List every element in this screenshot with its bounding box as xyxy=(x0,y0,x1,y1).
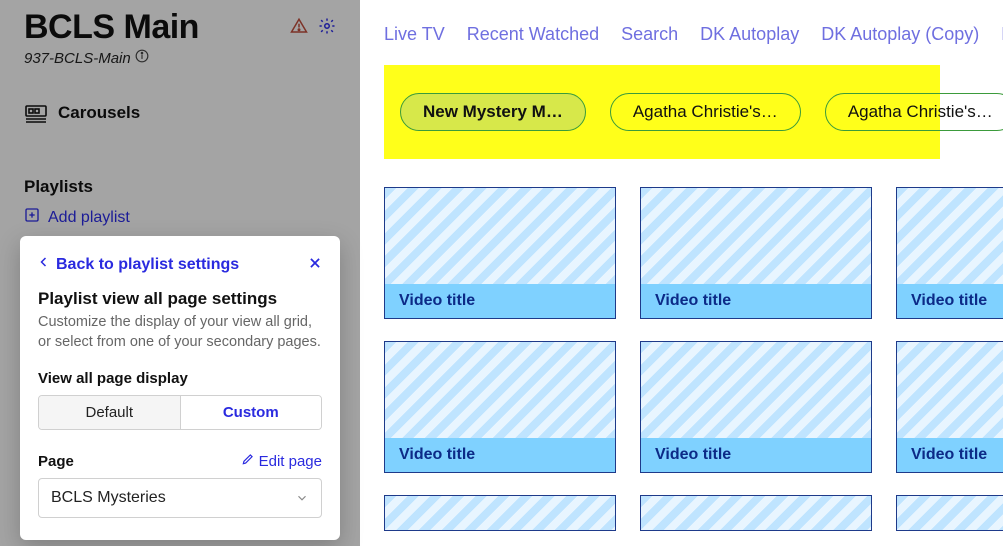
pill-new-mystery[interactable]: New Mystery M… xyxy=(400,93,586,131)
video-grid: Video title Video title Video title Vide… xyxy=(384,187,1003,531)
back-button[interactable]: Back to playlist settings xyxy=(38,255,239,274)
tab-live-tv[interactable]: Live TV xyxy=(384,24,445,45)
page-select-value: BCLS Mysteries xyxy=(51,489,166,507)
popover-title: Playlist view all page settings xyxy=(38,289,322,309)
video-title: Video title xyxy=(911,292,1003,310)
carousels-row[interactable]: Carousels xyxy=(24,103,336,123)
edit-page-label: Edit page xyxy=(259,453,322,470)
video-title: Video title xyxy=(655,292,857,310)
pencil-icon xyxy=(241,452,255,470)
seg-default[interactable]: Default xyxy=(39,396,181,429)
video-card[interactable]: Video title xyxy=(384,187,616,319)
info-icon[interactable] xyxy=(135,49,149,67)
chevron-down-icon xyxy=(295,491,309,505)
page-select[interactable]: BCLS Mysteries xyxy=(38,478,322,518)
page-subid: 937-BCLS-Main xyxy=(24,49,336,67)
video-card[interactable]: Video title xyxy=(640,341,872,473)
seg-custom[interactable]: Custom xyxy=(181,396,322,429)
video-title: Video title xyxy=(655,446,857,464)
video-title: Video title xyxy=(911,446,1003,464)
carousels-label: Carousels xyxy=(58,103,140,123)
pill-agatha-2[interactable]: Agatha Christie's… xyxy=(825,93,1003,131)
tab-search[interactable]: Search xyxy=(621,24,678,45)
close-button[interactable] xyxy=(308,254,322,275)
tab-recent-watched[interactable]: Recent Watched xyxy=(467,24,599,45)
video-card[interactable]: Video title xyxy=(896,187,1003,319)
popover-description: Customize the display of your view all g… xyxy=(38,313,322,352)
tab-bar: Live TV Recent Watched Search DK Autopla… xyxy=(384,0,1003,65)
warning-icon[interactable] xyxy=(290,17,308,40)
left-panel: BCLS Main 937-BCLS-Main xyxy=(0,0,360,546)
add-playlist-button[interactable]: Add playlist xyxy=(24,207,336,228)
pill-agatha-1[interactable]: Agatha Christie's… xyxy=(610,93,801,131)
video-card[interactable] xyxy=(640,495,872,531)
edit-page-link[interactable]: Edit page xyxy=(241,452,322,470)
video-title: Video title xyxy=(399,292,601,310)
video-title: Video title xyxy=(399,446,601,464)
video-card[interactable]: Video title xyxy=(896,341,1003,473)
playlists-header: Playlists xyxy=(24,177,336,197)
video-card[interactable]: Video title xyxy=(384,341,616,473)
add-playlist-label: Add playlist xyxy=(48,209,130,227)
video-card[interactable] xyxy=(384,495,616,531)
gear-icon[interactable] xyxy=(318,17,336,40)
video-card[interactable]: Video title xyxy=(640,187,872,319)
display-segmented-control: Default Custom xyxy=(38,395,322,430)
page-title: BCLS Main xyxy=(24,0,199,47)
carousels-icon xyxy=(24,103,48,123)
plus-icon xyxy=(24,207,40,228)
tab-dk-autoplay-copy[interactable]: DK Autoplay (Copy) xyxy=(821,24,979,45)
back-label: Back to playlist settings xyxy=(56,256,239,274)
video-card[interactable] xyxy=(896,495,1003,531)
playlist-settings-popover: Back to playlist settings Playlist view … xyxy=(20,236,340,540)
category-pill-band: New Mystery M… Agatha Christie's… Agatha… xyxy=(384,65,940,159)
close-icon xyxy=(308,254,322,274)
page-label: Page xyxy=(38,453,74,470)
tab-dk-autoplay[interactable]: DK Autoplay xyxy=(700,24,799,45)
subid-text: 937-BCLS-Main xyxy=(24,50,131,67)
preview-panel: Live TV Recent Watched Search DK Autopla… xyxy=(360,0,1003,546)
chevron-left-icon xyxy=(38,255,50,274)
display-label: View all page display xyxy=(38,370,322,387)
